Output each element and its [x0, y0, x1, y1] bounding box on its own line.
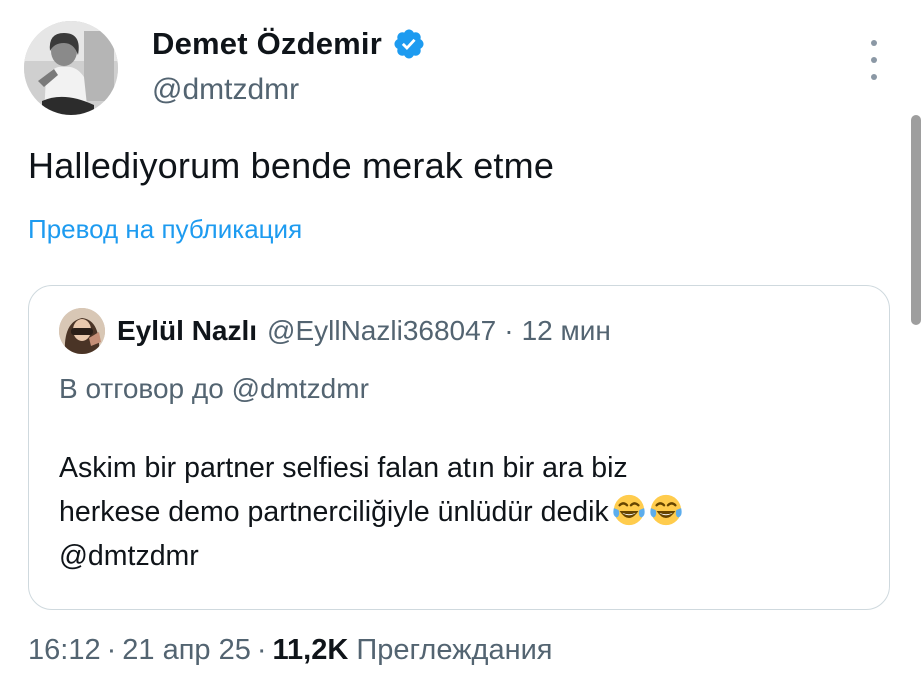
- quoted-tweet-card[interactable]: Eylül Nazlı @EyllNazli368047 · 12 мин В …: [28, 285, 890, 610]
- tweet-date[interactable]: 21 апр 25: [122, 634, 251, 666]
- author-name-row: Demet Özdemir: [152, 26, 426, 62]
- quoted-text-line: Askim bir partner selfiesi falan atın bi…: [59, 452, 628, 484]
- quoted-tweet-header: Eylül Nazlı @EyllNazli368047 · 12 мин: [59, 308, 611, 354]
- tweet-time[interactable]: 16:12: [28, 634, 101, 666]
- quoted-avatar: [59, 308, 105, 354]
- quoted-avatar-photo: [59, 308, 105, 354]
- verified-badge-icon: [394, 29, 424, 59]
- author-display-name[interactable]: Demet Özdemir: [152, 26, 382, 62]
- face-with-tears-of-joy-icon: [613, 494, 645, 526]
- quoted-time: 12 мин: [521, 315, 611, 346]
- avatar-photo: [24, 21, 118, 115]
- quoted-text-line-with-emoji: herkese demo partnerciliğiyle ünlüdür de…: [59, 490, 879, 534]
- more-vertical-icon[interactable]: [862, 40, 886, 80]
- quoted-text-mention: @dmtzdmr: [59, 540, 199, 572]
- meta-separator: ·: [256, 634, 267, 666]
- quoted-display-name: Eylül Nazlı: [117, 315, 258, 346]
- scrollbar[interactable]: [911, 115, 921, 325]
- quoted-tweet-text: Askim bir partner selfiesi falan atın bi…: [59, 446, 879, 578]
- tweet-text: Hallediyorum bende merak etme: [28, 145, 555, 186]
- more-dot: [871, 57, 877, 63]
- author-handle[interactable]: @dmtzdmr: [152, 73, 299, 107]
- quoted-text-line: herkese demo partnerciliğiyle ünlüdür de…: [59, 496, 609, 528]
- views-count[interactable]: 11,2K: [273, 634, 349, 666]
- quoted-reply-to: В отговор до @dmtzdmr: [59, 373, 369, 404]
- more-dot: [871, 40, 877, 46]
- avatar[interactable]: [24, 21, 118, 115]
- translate-post-link[interactable]: Превод на публикация: [28, 214, 302, 245]
- tweet-meta: 16:12 · 21 апр 25 · 11,2K Преглеждания: [28, 634, 553, 667]
- meta-separator: ·: [106, 634, 117, 666]
- views-label[interactable]: Преглеждания: [356, 634, 552, 666]
- quoted-handle: @EyllNazli368047: [267, 315, 497, 346]
- face-with-tears-of-joy-icon: [650, 494, 682, 526]
- quoted-separator: ·: [504, 315, 514, 346]
- more-dot: [871, 74, 877, 80]
